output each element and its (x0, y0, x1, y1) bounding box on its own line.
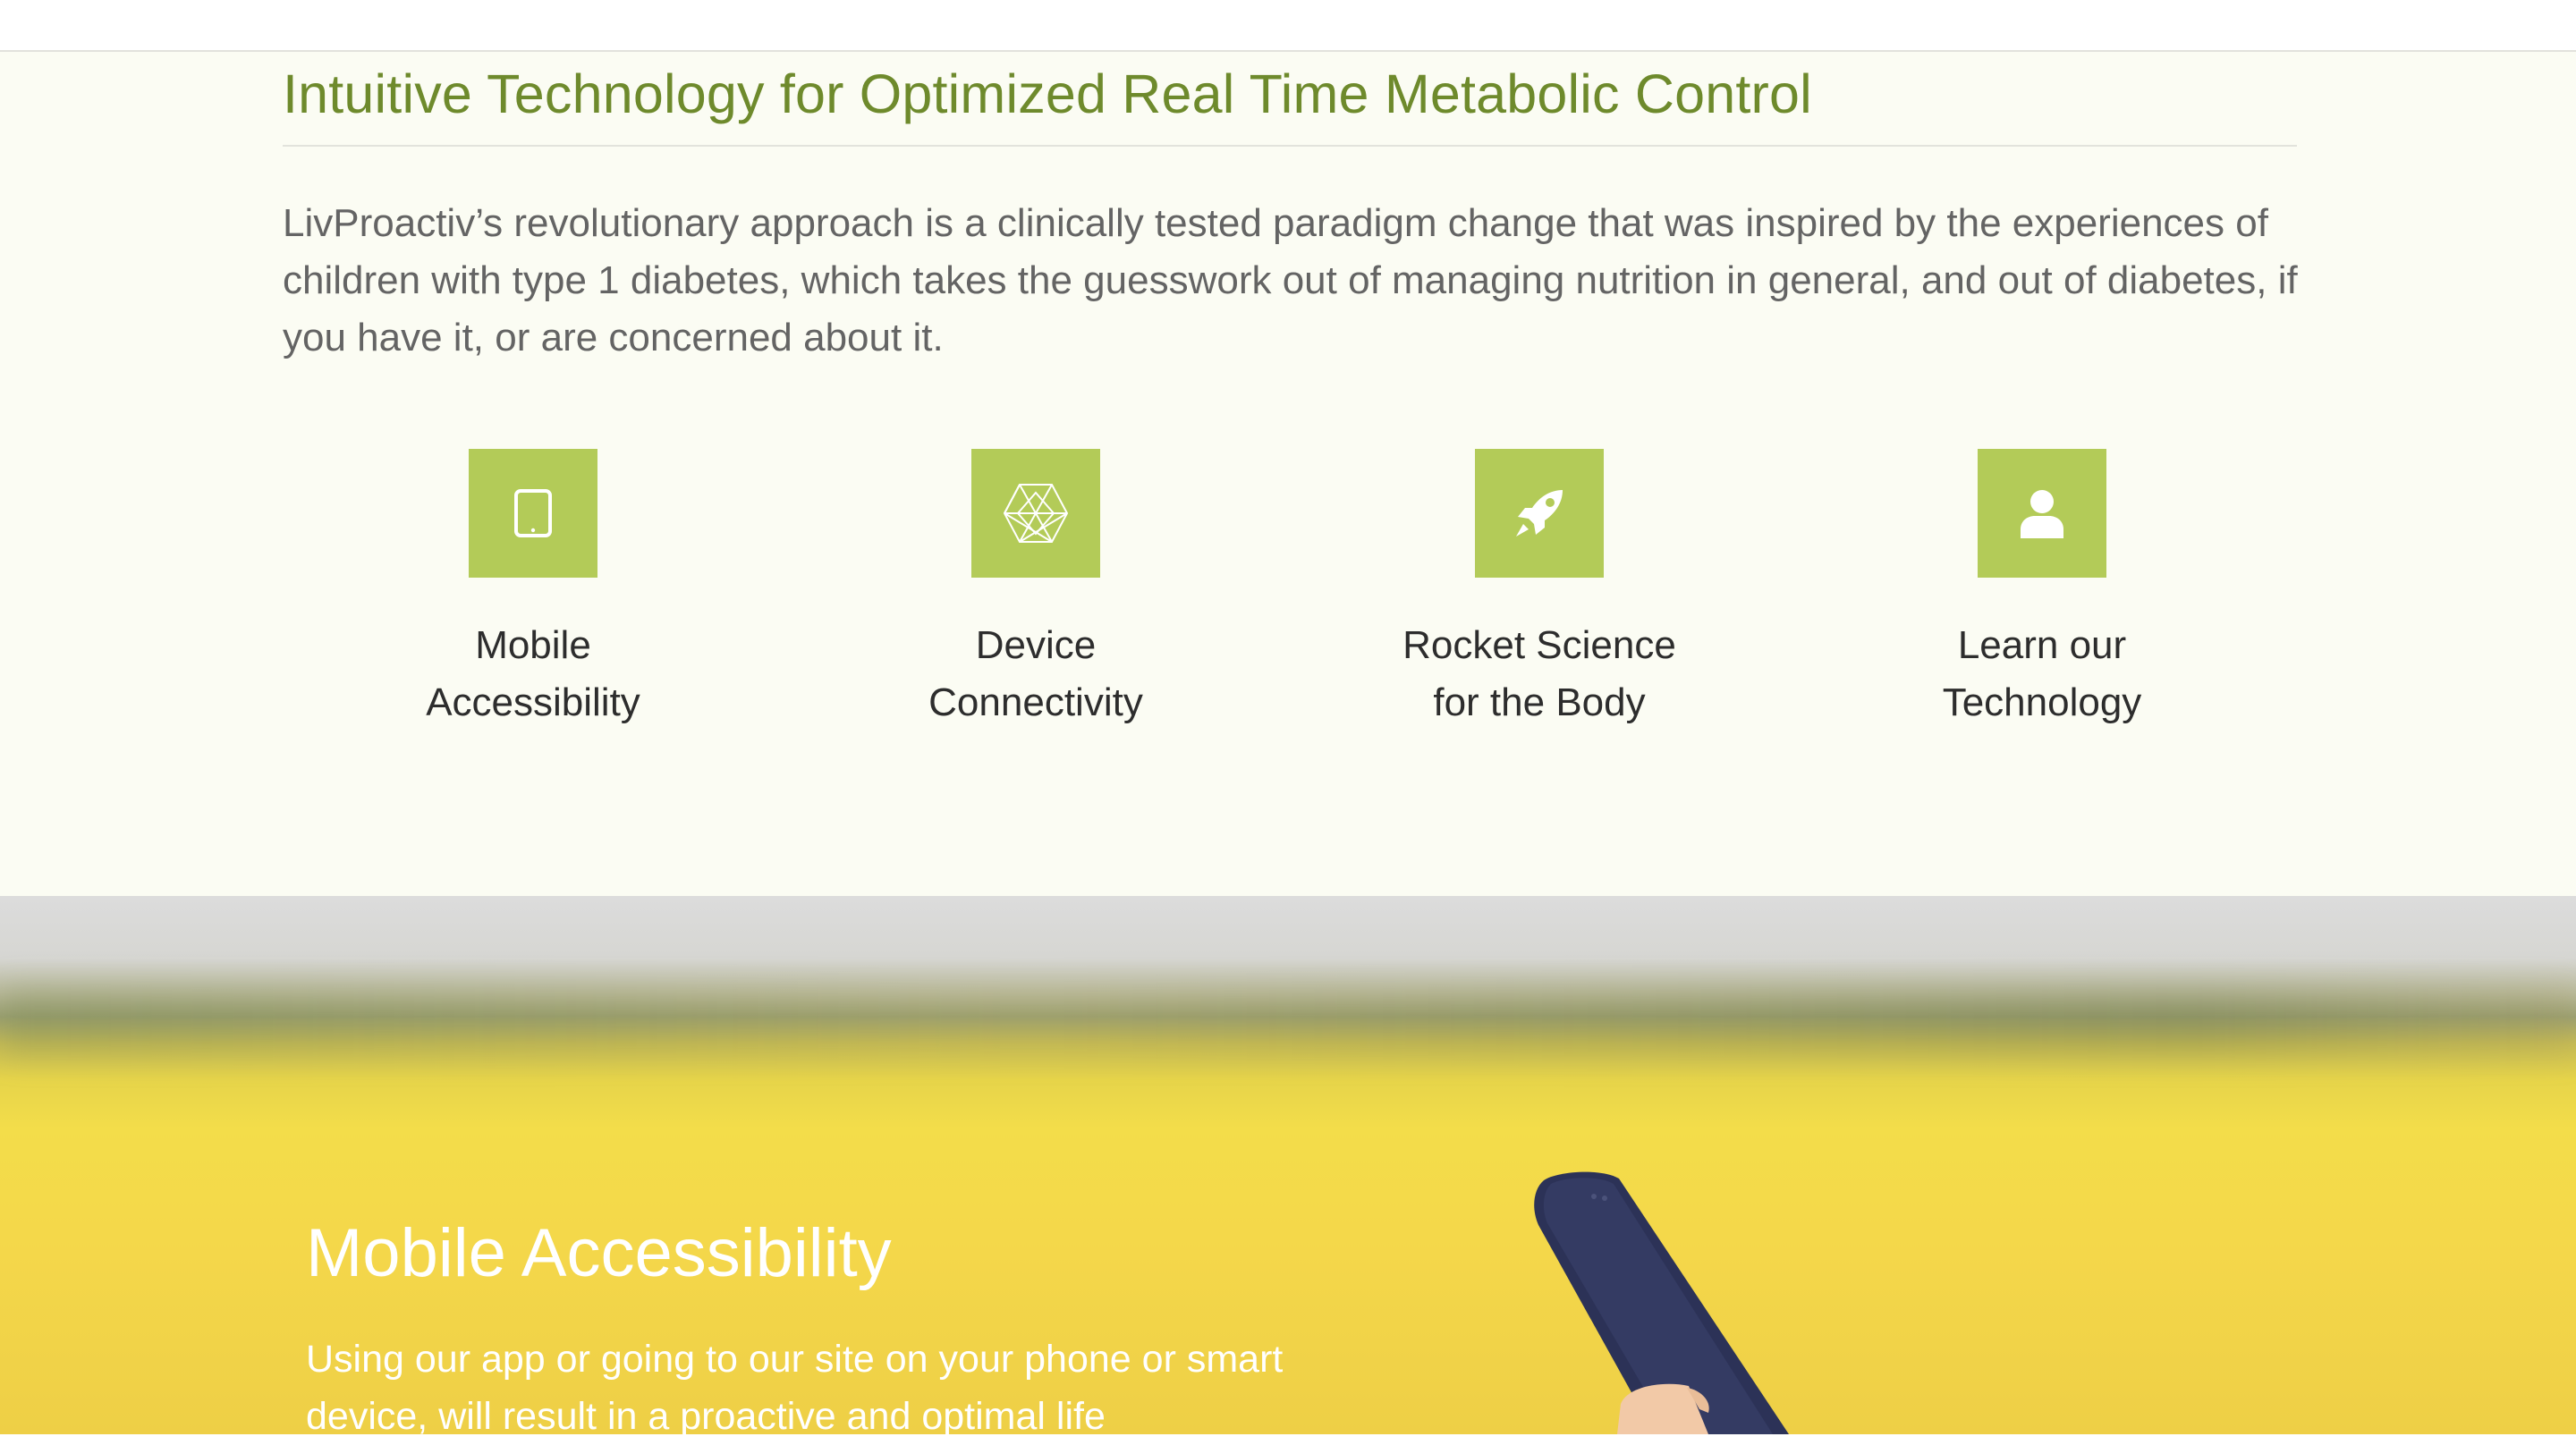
feature-label-line: Learn our (1957, 623, 2127, 667)
hand-holding-phone-image (1534, 1171, 1789, 1434)
feature-mobile-accessibility[interactable]: Mobile Accessibility (327, 449, 739, 731)
intro-paragraph: LivProactiv’s revolutionary approach is … (283, 201, 2298, 359)
feature-label-line: Mobile (475, 623, 591, 667)
feature-label-line: Connectivity (928, 680, 1143, 724)
feature-label: Device Connectivity (830, 617, 1241, 731)
feature-label: Learn our Technology (1836, 617, 2248, 731)
feature-label-line: Technology (1942, 680, 2142, 724)
blurred-treeline (0, 990, 2576, 1052)
top-navigation-bar (0, 0, 2576, 52)
feature-rocket-science[interactable]: Rocket Science for the Body (1334, 449, 1745, 731)
title-divider (283, 145, 2297, 147)
feature-label-line: Device (975, 623, 1097, 667)
rocket-icon (1475, 449, 1604, 578)
feature-learn-technology[interactable]: Learn our Technology (1836, 449, 2248, 731)
feature-label-line: Rocket Science (1402, 623, 1676, 667)
feature-device-connectivity[interactable]: Device Connectivity (830, 449, 1241, 731)
feature-label-line: for the Body (1433, 680, 1646, 724)
section-title: Intuitive Technology for Optimized Real … (283, 63, 1812, 124)
user-icon (1978, 449, 2106, 578)
feature-label-line: Accessibility (426, 680, 640, 724)
feature-label: Rocket Science for the Body (1334, 617, 1745, 731)
hexagon-mesh-icon (971, 449, 1100, 578)
feature-label: Mobile Accessibility (327, 617, 739, 731)
hero-title: Mobile Accessibility (306, 1215, 892, 1291)
hero-description: Using our app or going to our site on yo… (306, 1338, 1284, 1438)
tablet-icon (469, 449, 597, 578)
